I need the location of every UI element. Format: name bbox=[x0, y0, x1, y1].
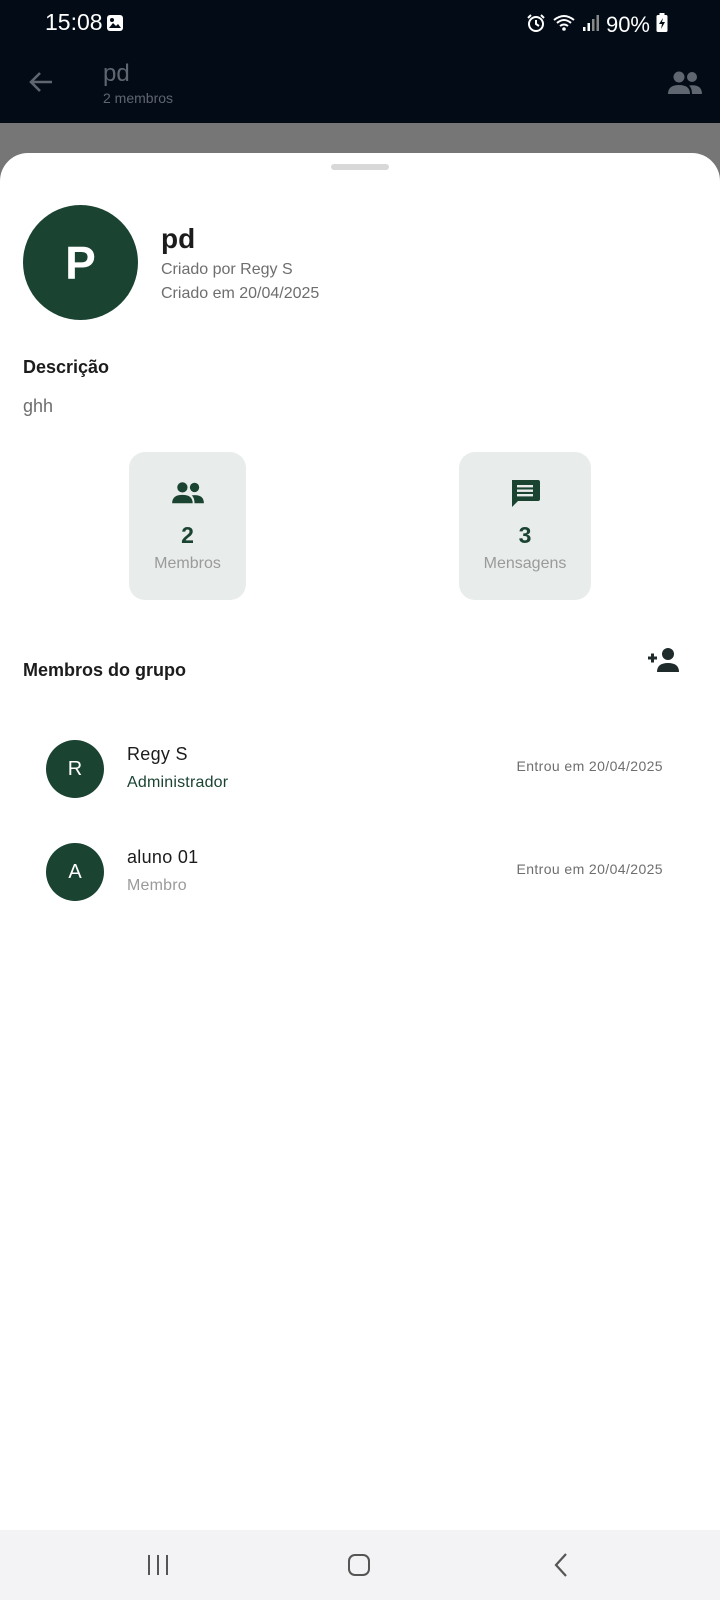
signal-icon bbox=[582, 13, 600, 38]
member-row[interactable]: A aluno 01 Membro Entrou em 20/04/2025 bbox=[0, 833, 720, 913]
members-count: 2 bbox=[181, 522, 194, 548]
description-text: ghh bbox=[23, 396, 54, 416]
group-name: pd bbox=[161, 223, 196, 254]
group-avatar: P bbox=[23, 205, 138, 320]
back-icon[interactable] bbox=[541, 1550, 581, 1580]
member-row[interactable]: R Regy S Administrador Entrou em 20/04/2… bbox=[0, 730, 720, 810]
member-joined-date: Entrou em 20/04/2025 bbox=[516, 758, 663, 774]
recent-apps-icon[interactable] bbox=[138, 1550, 178, 1580]
member-name: aluno 01 bbox=[127, 847, 199, 867]
app-bar-title: pd bbox=[103, 60, 130, 87]
group-created-at: Criado em 20/04/2025 bbox=[161, 285, 320, 302]
member-joined-date: Entrou em 20/04/2025 bbox=[516, 861, 663, 877]
description-heading: Descrição bbox=[23, 357, 110, 377]
system-nav-bar bbox=[0, 1530, 720, 1600]
app-bar-subtitle: 2 membros bbox=[103, 90, 174, 106]
member-role: Membro bbox=[127, 877, 187, 894]
gallery-icon bbox=[106, 14, 124, 32]
messages-count: 3 bbox=[518, 522, 532, 548]
member-avatar: R bbox=[46, 740, 104, 798]
member-role: Administrador bbox=[127, 774, 229, 791]
messages-label: Mensagens bbox=[483, 555, 567, 572]
group-info-sheet: P pd Criado por Regy S Criado em 20/04/2… bbox=[0, 153, 720, 1530]
alarm-icon bbox=[526, 13, 546, 38]
messages-stat-card: 3 Mensagens bbox=[459, 452, 591, 600]
battery-charging-icon bbox=[656, 12, 668, 38]
status-time: 15:08 bbox=[45, 9, 103, 35]
drag-handle[interactable] bbox=[331, 164, 389, 170]
members-section-heading: Membros do grupo bbox=[23, 660, 186, 680]
members-stat-card: 2 Membros bbox=[129, 452, 246, 600]
battery-percent: 90% bbox=[605, 12, 650, 37]
back-arrow-icon[interactable] bbox=[26, 67, 56, 97]
members-label: Membros bbox=[154, 555, 221, 572]
group-icon bbox=[171, 478, 205, 508]
wifi-icon bbox=[552, 13, 576, 38]
chat-icon bbox=[508, 478, 542, 508]
status-icons: 90% bbox=[526, 12, 668, 38]
add-member-button[interactable] bbox=[643, 642, 683, 682]
person-add-icon bbox=[646, 646, 680, 679]
app-bar: pd 2 membros bbox=[0, 46, 720, 123]
member-avatar: A bbox=[46, 843, 104, 901]
group-icon[interactable] bbox=[667, 68, 703, 98]
group-created-by: Criado por Regy S bbox=[161, 261, 293, 278]
home-icon[interactable] bbox=[339, 1550, 379, 1580]
screen: 15:08 90% pd 2 membros P pd Criado por R… bbox=[0, 0, 720, 1600]
status-bar: 15:08 90% bbox=[0, 0, 720, 46]
member-name: Regy S bbox=[127, 744, 188, 764]
